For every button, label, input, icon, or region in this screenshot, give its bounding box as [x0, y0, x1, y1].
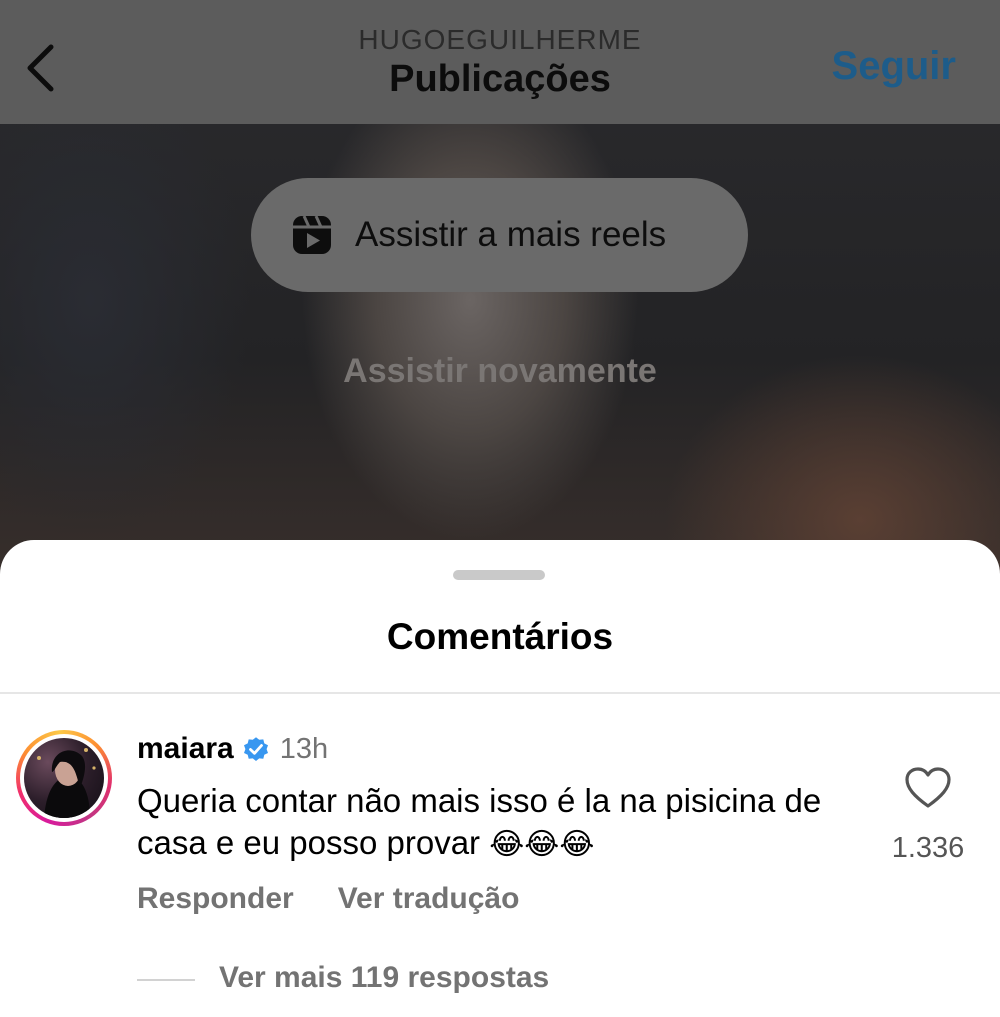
avatar[interactable]	[16, 730, 112, 826]
view-more-replies-button[interactable]: Ver mais 119 respostas	[219, 961, 549, 995]
watch-more-reels-label: Assistir a mais reels	[355, 215, 667, 254]
comment-emoji: 😂😂😂	[489, 827, 595, 862]
divider	[0, 692, 1000, 694]
comment-actions: Responder Ver tradução	[137, 882, 519, 916]
like-button[interactable]	[904, 766, 952, 810]
follow-button[interactable]: Seguir	[832, 44, 956, 89]
comment-text: Queria contar não mais isso é la na pisi…	[137, 782, 822, 861]
avatar-photo	[24, 738, 104, 818]
top-header: HUGOEGUILHERME Publicações Seguir	[0, 0, 1000, 124]
like-count: 1.336	[891, 832, 965, 864]
replies-line	[137, 979, 195, 981]
comments-sheet: Comentários maiara 13h Queria contar não…	[0, 540, 1000, 1017]
watch-again-button[interactable]: Assistir novamente	[0, 352, 1000, 391]
comment-body: Queria contar não mais isso é la na pisi…	[137, 780, 867, 866]
heart-icon	[905, 767, 951, 808]
comment-time: 13h	[279, 732, 329, 765]
verified-badge-icon	[243, 737, 268, 761]
sheet-grabber-handle[interactable]	[453, 570, 545, 580]
comments-title: Comentários	[386, 616, 614, 657]
avatar-portrait-image	[37, 748, 96, 818]
comment-header: maiara 13h	[137, 732, 328, 766]
avatar-ring-inner	[20, 734, 108, 822]
watch-more-reels-button[interactable]: Assistir a mais reels	[251, 178, 748, 292]
comment-username[interactable]: maiara	[137, 732, 234, 766]
translate-button[interactable]: Ver tradução	[338, 882, 520, 916]
reply-button[interactable]: Responder	[137, 882, 294, 916]
reels-icon	[293, 215, 331, 254]
